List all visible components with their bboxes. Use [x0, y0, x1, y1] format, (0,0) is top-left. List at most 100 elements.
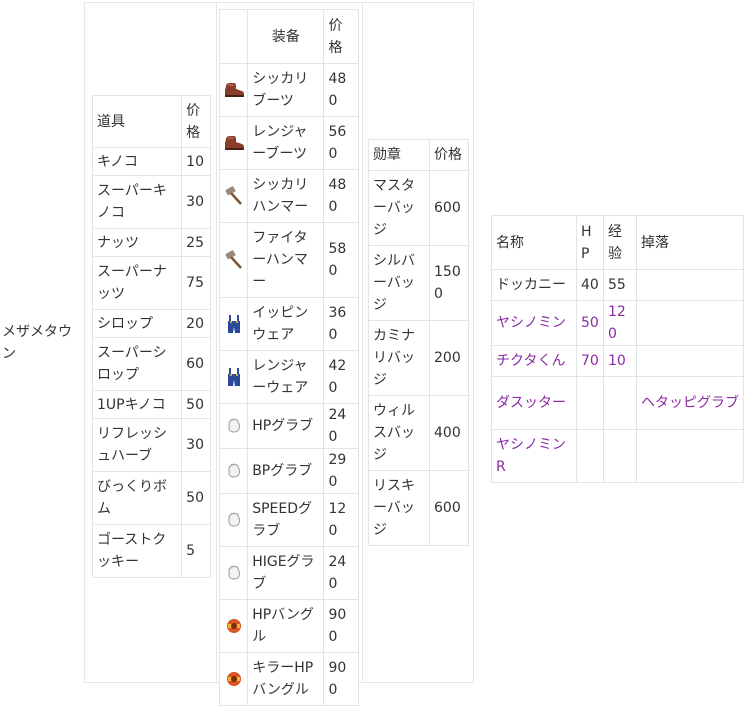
- table-row: シルバ ーバッ ジ 1500: [368, 245, 469, 321]
- equipment-name: BPグラブ: [247, 448, 325, 494]
- equipment-icon-cell: [218, 599, 249, 653]
- item-price: 50: [181, 471, 211, 525]
- enemy-link[interactable]: チクタくん: [496, 353, 565, 369]
- bangle-icon: [220, 670, 247, 688]
- equipment-icon-cell: [218, 546, 249, 600]
- enemy-exp: 55: [603, 269, 637, 301]
- table-row: HPバングル 900: [218, 599, 359, 653]
- overalls-icon: [220, 314, 247, 334]
- badges-header-price: 价格: [429, 139, 469, 171]
- equipment-price: 240: [323, 546, 359, 600]
- glove-icon: [220, 463, 247, 479]
- enemy-exp: 10: [603, 345, 637, 377]
- table-row: マスタ ーバッ ジ 600: [368, 170, 469, 246]
- column-divider: [362, 3, 363, 682]
- equipment-header-name: 装备: [247, 9, 325, 64]
- equipment-name: ファイターハンマー: [247, 222, 325, 298]
- enemy-drop-cell: [636, 345, 744, 377]
- enemy-drop-link[interactable]: ヘタッピグラブ: [641, 395, 739, 411]
- enemy-exp: [603, 376, 637, 430]
- equipment-price: 240: [323, 403, 359, 449]
- glove-icon: [220, 512, 247, 528]
- table-row: キラーHPバングル 900: [218, 652, 359, 706]
- boots-icon: [220, 82, 247, 98]
- enemy-exp: 120: [603, 300, 637, 346]
- column-divider: [216, 3, 217, 682]
- enemy-link[interactable]: ヤシノミン: [496, 315, 566, 331]
- equipment-price: 560: [323, 116, 359, 170]
- enemy-name: ドッカニー: [496, 277, 566, 293]
- item-price: 30: [181, 175, 211, 229]
- badge-name: マスタ ーバッ ジ: [368, 170, 430, 246]
- equipment-icon-cell: [218, 493, 249, 547]
- badges-header-name: 勋章: [368, 139, 430, 171]
- table-row: ファイターハンマー 580: [218, 222, 359, 298]
- region-label: メザメタウン: [0, 0, 78, 685]
- table-row: イッピンウェア 360: [218, 297, 359, 351]
- enemy-hp: [576, 376, 604, 430]
- table-row: HIGEグラブ 240: [218, 546, 359, 600]
- item-name: キノコ: [91, 147, 183, 176]
- equipment-name: シッカリブーツ: [247, 63, 325, 117]
- item-price: 60: [181, 337, 211, 391]
- enemy-link[interactable]: ヤシノミンR: [496, 437, 566, 475]
- table-row: ウィル スバッ ジ 400: [368, 395, 469, 471]
- item-name: シロップ: [91, 309, 183, 338]
- badges-table: 勋章 价格 マスタ ーバッ ジ 600 シルバ ーバッ ジ 1500 カミナ リバッ ジ…: [368, 139, 469, 546]
- enemy-drop-cell: ヘタッピグラブ: [636, 376, 744, 430]
- badge-name: カミナ リバッ ジ: [368, 320, 430, 396]
- item-name: スーパーキノコ: [91, 175, 183, 229]
- equipment-name: レンジャーウェア: [247, 350, 325, 404]
- table-row: スーパーシロップ 60: [91, 337, 211, 391]
- badge-price: 400: [429, 395, 469, 471]
- bangle-icon: [220, 617, 247, 635]
- enemy-link[interactable]: ダスッター: [496, 395, 566, 411]
- enemies-header-hp: HP: [576, 215, 604, 270]
- equipment-icon-cell: [218, 222, 249, 298]
- item-name: ナッツ: [91, 228, 183, 257]
- enemy-drop-cell: [636, 429, 744, 483]
- equipment-header-icon: [218, 9, 249, 64]
- table-row: キノコ 10: [91, 147, 211, 176]
- badge-price: 600: [429, 170, 469, 246]
- equipment-price: 420: [323, 350, 359, 404]
- badge-name: リスキ ーバッ ジ: [368, 470, 430, 546]
- table-row: ゴーストクッキー 5: [91, 524, 211, 578]
- equipment-icon-cell: [218, 448, 249, 494]
- enemy-name-cell: ヤシノミン: [491, 300, 577, 346]
- item-name: リフレッシュハーブ: [91, 418, 183, 472]
- equipment-price: 480: [323, 63, 359, 117]
- item-price: 30: [181, 418, 211, 472]
- enemy-hp: 50: [576, 300, 604, 346]
- boots-icon: [220, 135, 247, 151]
- equipment-icon-cell: [218, 63, 249, 117]
- badge-price: 200: [429, 320, 469, 396]
- equipment-header-price: 价格: [323, 9, 359, 64]
- table-row: リフレッシュハーブ 30: [91, 418, 211, 472]
- equipment-icon-cell: [218, 350, 249, 404]
- enemy-hp: 40: [576, 269, 604, 301]
- enemy-name-cell: チクタくん: [491, 345, 577, 377]
- item-price: 75: [181, 256, 211, 310]
- equipment-icon-cell: [218, 169, 249, 223]
- table-row: シロップ 20: [91, 309, 211, 338]
- equipment-name: SPEEDグラブ: [247, 493, 325, 547]
- equipment-name: HPグラブ: [247, 403, 325, 449]
- overalls-icon: [220, 367, 247, 387]
- equipment-name: HPバングル: [247, 599, 325, 653]
- table-row: リスキ ーバッ ジ 600: [368, 470, 469, 546]
- badge-name: ウィル スバッ ジ: [368, 395, 430, 471]
- hammer-icon: [220, 250, 247, 270]
- enemy-name-cell: ヤシノミンR: [491, 429, 577, 483]
- table-row: SPEEDグラブ 120: [218, 493, 359, 547]
- hammer-icon: [220, 186, 247, 206]
- enemy-name-cell: ドッカニー: [491, 269, 577, 301]
- equipment-icon-cell: [218, 116, 249, 170]
- equipment-price: 900: [323, 599, 359, 653]
- table-row: ナッツ 25: [91, 228, 211, 257]
- item-price: 5: [181, 524, 211, 578]
- item-price: 50: [181, 390, 211, 419]
- equipment-name: シッカリハンマー: [247, 169, 325, 223]
- badge-name: シルバ ーバッ ジ: [368, 245, 430, 321]
- equipment-price: 290: [323, 448, 359, 494]
